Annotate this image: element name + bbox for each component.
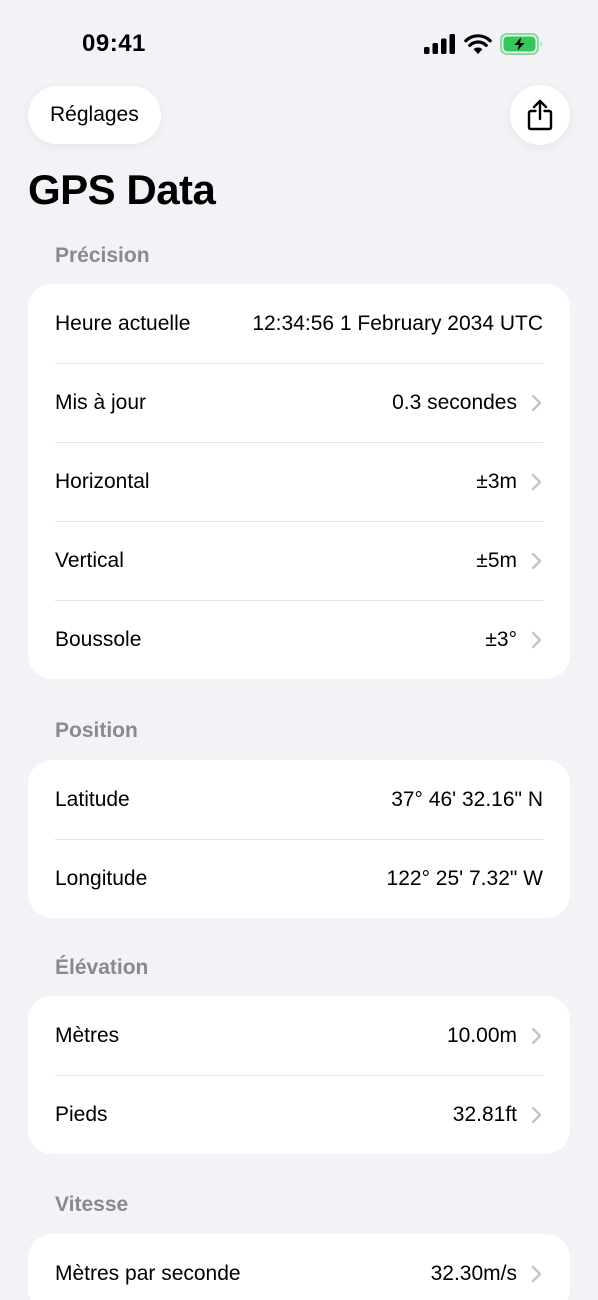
- row-label: Pieds: [55, 1102, 108, 1126]
- card-position: Latitude 37° 46' 32.16" N Longitude 122°…: [28, 760, 570, 918]
- chevron-right-icon: [531, 473, 543, 491]
- chevron-right-icon: [531, 1106, 543, 1124]
- row-label: Mis à jour: [55, 390, 147, 414]
- row-label: Vertical: [55, 548, 124, 572]
- row-label: Longitude: [55, 866, 148, 890]
- row-value: 32.30m/s: [430, 1261, 517, 1285]
- chevron-right-icon: [531, 1027, 543, 1045]
- row-label: Latitude: [55, 787, 130, 811]
- row-value: ±5m: [476, 548, 517, 572]
- status-icons: [424, 32, 544, 56]
- back-button[interactable]: Réglages: [28, 86, 161, 144]
- row-updated[interactable]: Mis à jour 0.3 secondes: [28, 363, 570, 442]
- row-current-time: Heure actuelle 12:34:56 1 February 2034 …: [28, 284, 570, 363]
- row-horizontal[interactable]: Horizontal ±3m: [28, 442, 570, 521]
- chevron-right-icon: [531, 552, 543, 570]
- row-value: 10.00m: [446, 1023, 517, 1047]
- cellular-signal-icon: [424, 34, 455, 54]
- row-vertical[interactable]: Vertical ±5m: [28, 521, 570, 600]
- row-label: Mètres: [55, 1023, 120, 1047]
- status-time: 09:41: [82, 30, 146, 57]
- row-value: 37° 46' 32.16" N: [391, 787, 543, 811]
- row-compass[interactable]: Boussole ±3°: [28, 600, 570, 679]
- card-elevation: Mètres 10.00m Pieds 32.81ft: [28, 996, 570, 1154]
- status-bar: 09:41: [0, 0, 598, 84]
- row-value: ±3°: [485, 627, 517, 651]
- wifi-icon: [464, 34, 492, 54]
- chevron-right-icon: [531, 1265, 543, 1283]
- card-speed: Mètres par seconde 32.30m/s: [28, 1234, 570, 1300]
- row-value: 32.81ft: [452, 1102, 517, 1126]
- row-label: Mètres par seconde: [55, 1261, 241, 1285]
- chevron-right-icon: [531, 631, 543, 649]
- row-label: Horizontal: [55, 469, 150, 493]
- battery-charging-icon: [500, 33, 542, 55]
- screen: 09:41 Réglages GPS Data Précision Heure …: [0, 0, 598, 1300]
- share-button[interactable]: [510, 85, 570, 145]
- row-latitude: Latitude 37° 46' 32.16" N: [28, 760, 570, 839]
- row-label: Heure actuelle: [55, 311, 191, 335]
- card-precision: Heure actuelle 12:34:56 1 February 2034 …: [28, 284, 570, 679]
- row-longitude: Longitude 122° 25' 7.32" W: [28, 839, 570, 918]
- row-value: 0.3 secondes: [392, 390, 517, 414]
- section-header-speed: Vitesse: [55, 1193, 129, 1216]
- section-header-elevation: Élévation: [55, 956, 149, 979]
- row-value: ±3m: [476, 469, 517, 493]
- chevron-right-icon: [531, 394, 543, 412]
- row-feet[interactable]: Pieds 32.81ft: [28, 1075, 570, 1154]
- page-title: GPS Data: [28, 166, 216, 213]
- section-header-precision: Précision: [55, 244, 150, 267]
- row-meters-per-second[interactable]: Mètres par seconde 32.30m/s: [28, 1234, 570, 1300]
- share-icon: [527, 99, 553, 131]
- row-value: 12:34:56 1 February 2034 UTC: [252, 311, 543, 335]
- row-label: Boussole: [55, 627, 142, 651]
- row-meters[interactable]: Mètres 10.00m: [28, 996, 570, 1075]
- row-value: 122° 25' 7.32" W: [386, 866, 543, 890]
- section-header-position: Position: [55, 719, 138, 742]
- back-button-label: Réglages: [50, 103, 139, 126]
